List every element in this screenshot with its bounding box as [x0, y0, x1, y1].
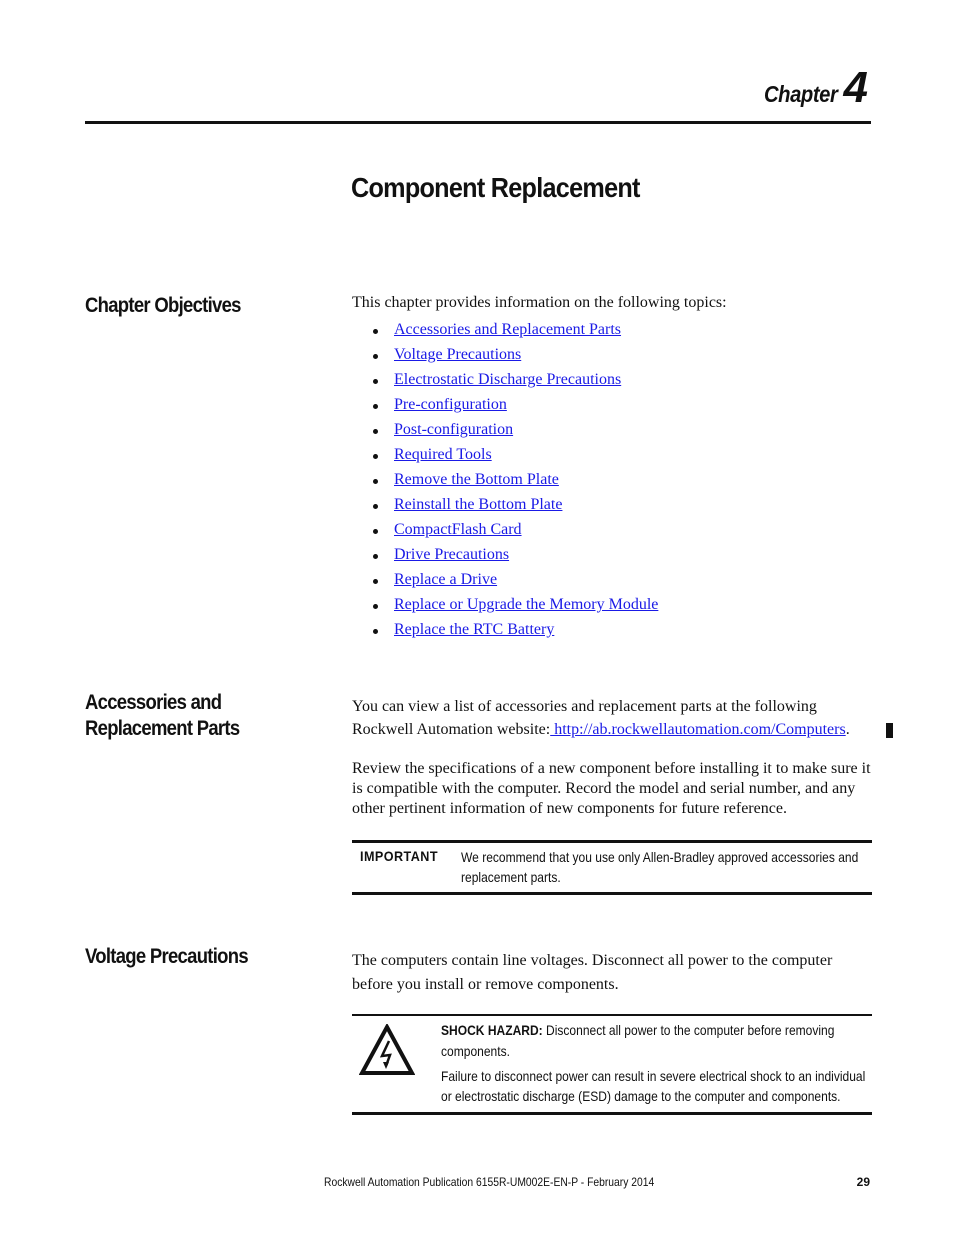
topic-link[interactable]: CompactFlash Card: [394, 517, 522, 542]
hazard-top-rule: [352, 1014, 872, 1016]
hazard-bottom-rule: [352, 1112, 872, 1115]
topic-link[interactable]: Pre-configuration: [394, 392, 507, 417]
topic-link[interactable]: Replace a Drive: [394, 567, 497, 592]
section-heading-objectives: Chapter Objectives: [85, 294, 241, 317]
footer-publication: Rockwell Automation Publication 6155R-UM…: [324, 1175, 655, 1189]
bullet-icon: [373, 453, 378, 459]
list-item: CompactFlash Card: [373, 517, 658, 542]
topic-link[interactable]: Replace or Upgrade the Memory Module: [394, 592, 658, 617]
computers-website-link[interactable]: http://ab.rockwellautomation.com/Compute…: [550, 721, 846, 738]
list-item: Voltage Precautions: [373, 342, 658, 367]
accessories-paragraph-2: Review the specifications of a new compo…: [352, 760, 871, 817]
bullet-icon: [373, 403, 378, 409]
list-item: Remove the Bottom Plate: [373, 467, 658, 492]
list-item: Electrostatic Discharge Precautions: [373, 367, 658, 392]
list-item: Post-configuration: [373, 417, 658, 442]
topics-list: Accessories and Replacement Parts Voltag…: [373, 317, 658, 642]
section-heading-accessories: Accessories and Replacement Parts: [85, 691, 240, 740]
important-text: We recommend that you use only Allen-Bra…: [461, 849, 859, 885]
bullet-icon: [373, 578, 378, 584]
list-item: Pre-configuration: [373, 392, 658, 417]
bullet-icon: [373, 328, 378, 334]
period: .: [845, 721, 850, 738]
list-item: Replace or Upgrade the Memory Module: [373, 592, 658, 617]
list-item: Replace the RTC Battery: [373, 617, 658, 642]
topic-link[interactable]: Required Tools: [394, 442, 492, 467]
chapter-number: 4: [843, 63, 868, 112]
topic-link[interactable]: Electrostatic Discharge Precautions: [394, 367, 621, 392]
bullet-icon: [373, 378, 378, 384]
bullet-icon: [373, 528, 378, 534]
bullet-icon: [373, 478, 378, 484]
page-title: Component Replacement: [351, 172, 640, 203]
list-item: Replace a Drive: [373, 567, 658, 592]
topic-link[interactable]: Remove the Bottom Plate: [394, 467, 559, 492]
hazard-text-2: Failure to disconnect power can result i…: [441, 1068, 866, 1104]
accessories-paragraph-1: You can view a list of accessories and r…: [352, 695, 872, 741]
topic-link[interactable]: Voltage Precautions: [394, 342, 521, 367]
list-item: Reinstall the Bottom Plate: [373, 492, 658, 517]
topic-link[interactable]: Reinstall the Bottom Plate: [394, 492, 562, 517]
bullet-icon: [373, 428, 378, 434]
bullet-icon: [373, 603, 378, 609]
voltage-paragraph: The computers contain line voltages. Dis…: [352, 952, 833, 993]
list-item: Required Tools: [373, 442, 658, 467]
bullet-icon: [373, 628, 378, 634]
topic-link[interactable]: Drive Precautions: [394, 542, 509, 567]
chapter-word: Chapter: [764, 81, 838, 107]
section-heading-voltage: Voltage Precautions: [85, 945, 249, 968]
change-bar: [886, 723, 893, 738]
chapter-label: Chapter 4: [754, 66, 868, 110]
list-item: Accessories and Replacement Parts: [373, 317, 658, 342]
topic-link[interactable]: Replace the RTC Battery: [394, 617, 554, 642]
bullet-icon: [373, 353, 378, 359]
important-top-rule: [352, 840, 872, 843]
hazard-text-1: SHOCK HAZARD: Disconnect all power to th…: [441, 1020, 871, 1062]
page-number: 29: [856, 1175, 870, 1189]
important-bottom-rule: [352, 892, 872, 895]
objectives-intro: This chapter provides information on the…: [352, 294, 727, 311]
chapter-divider: [85, 121, 871, 124]
bullet-icon: [373, 503, 378, 509]
hazard-label: SHOCK HAZARD:: [441, 1022, 543, 1038]
shock-hazard-icon: [359, 1024, 415, 1075]
topic-link[interactable]: Post-configuration: [394, 417, 513, 442]
topic-link[interactable]: Accessories and Replacement Parts: [394, 317, 621, 342]
important-label: IMPORTANT: [360, 848, 439, 864]
bullet-icon: [373, 553, 378, 559]
list-item: Drive Precautions: [373, 542, 658, 567]
